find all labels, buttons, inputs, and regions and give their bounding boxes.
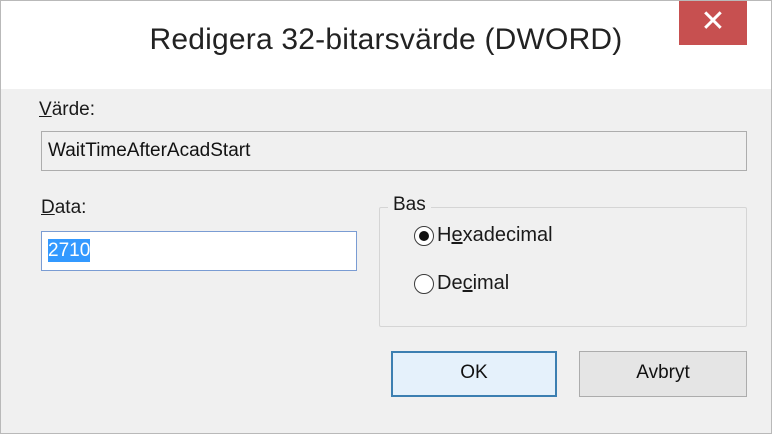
- close-button[interactable]: ✕: [679, 1, 747, 45]
- value-name-field[interactable]: WaitTimeAfterAcadStart: [41, 131, 747, 171]
- edit-dword-dialog: Redigera 32-bitarsvärde (DWORD) ✕ Värde:…: [0, 0, 772, 434]
- value-name-label: Värde:: [39, 99, 95, 120]
- radio-decimal-label: Decimal: [437, 272, 510, 294]
- radio-hexadecimal[interactable]: Hexadecimal: [414, 224, 553, 247]
- dialog-body: Värde: WaitTimeAfterAcadStart Data: 2710…: [17, 89, 753, 405]
- base-groupbox: Bas Hexadecimal Decimal: [379, 194, 747, 327]
- radio-decimal[interactable]: Decimal: [414, 272, 509, 295]
- ok-button[interactable]: OK: [391, 351, 557, 397]
- value-data-label: Data:: [41, 197, 87, 218]
- value-data-input[interactable]: 2710: [41, 231, 357, 271]
- cancel-button[interactable]: Avbryt: [579, 351, 747, 397]
- title-bar[interactable]: Redigera 32-bitarsvärde (DWORD) ✕: [1, 1, 771, 89]
- close-icon: ✕: [700, 4, 726, 39]
- radio-checked-icon: [414, 225, 434, 246]
- base-group-title: Bas: [388, 194, 431, 216]
- value-data-text: 2710: [48, 239, 91, 262]
- dialog-title: Redigera 32-bitarsvärde (DWORD): [149, 23, 623, 56]
- value-name-text: WaitTimeAfterAcadStart: [48, 140, 251, 161]
- radio-hexadecimal-label: Hexadecimal: [437, 224, 553, 246]
- radio-unchecked-icon: [414, 273, 434, 294]
